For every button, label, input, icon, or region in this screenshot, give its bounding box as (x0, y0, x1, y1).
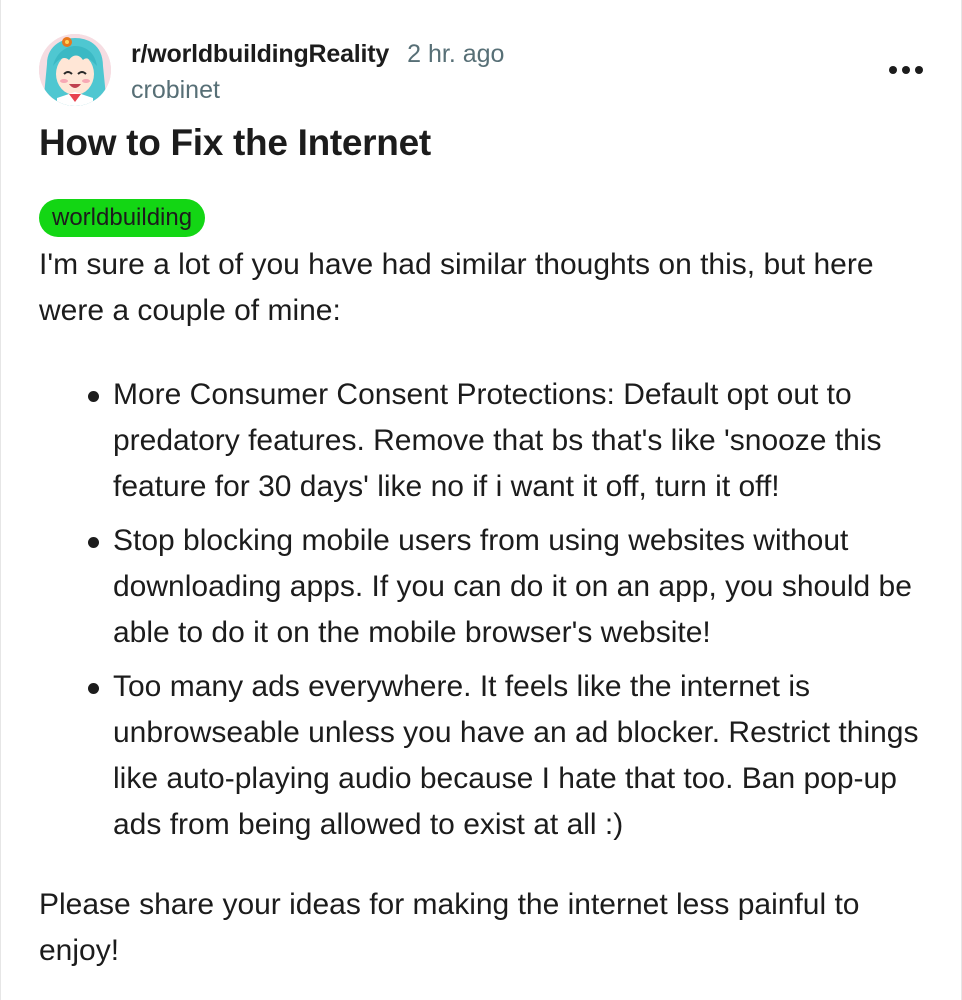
more-options-icon[interactable] (889, 64, 923, 76)
post-timestamp: 2 hr. ago (407, 40, 505, 68)
post-intro: I'm sure a lot of you have had similar t… (39, 248, 874, 327)
list-item: More Consumer Consent Protections: Defau… (88, 372, 929, 510)
post-card: r/worldbuildingReality 2 hr. ago crobine… (0, 0, 962, 1000)
subreddit-link[interactable]: r/worldbuildingReality (131, 40, 389, 69)
post-header: r/worldbuildingReality 2 hr. ago crobine… (39, 34, 929, 108)
list-item: Stop blocking mobile users from using we… (88, 518, 929, 656)
post-title[interactable]: How to Fix the Internet (39, 122, 431, 164)
author-link[interactable]: crobinet (131, 76, 504, 105)
anime-avatar-icon (39, 34, 111, 106)
bullet-list: More Consumer Consent Protections: Defau… (39, 372, 929, 848)
post-flair[interactable]: worldbuilding (39, 199, 206, 237)
post-meta: r/worldbuildingReality 2 hr. ago crobine… (131, 40, 504, 105)
more-dot (902, 66, 910, 74)
post-body: I'm sure a lot of you have had similar t… (39, 242, 929, 974)
more-dot (915, 66, 923, 74)
post-closing: Please share your ideas for making the i… (39, 888, 860, 967)
more-dot (889, 66, 897, 74)
subreddit-line: r/worldbuildingReality 2 hr. ago (131, 40, 504, 72)
avatar[interactable] (39, 34, 111, 106)
list-item: Too many ads everywhere. It feels like t… (88, 664, 929, 848)
